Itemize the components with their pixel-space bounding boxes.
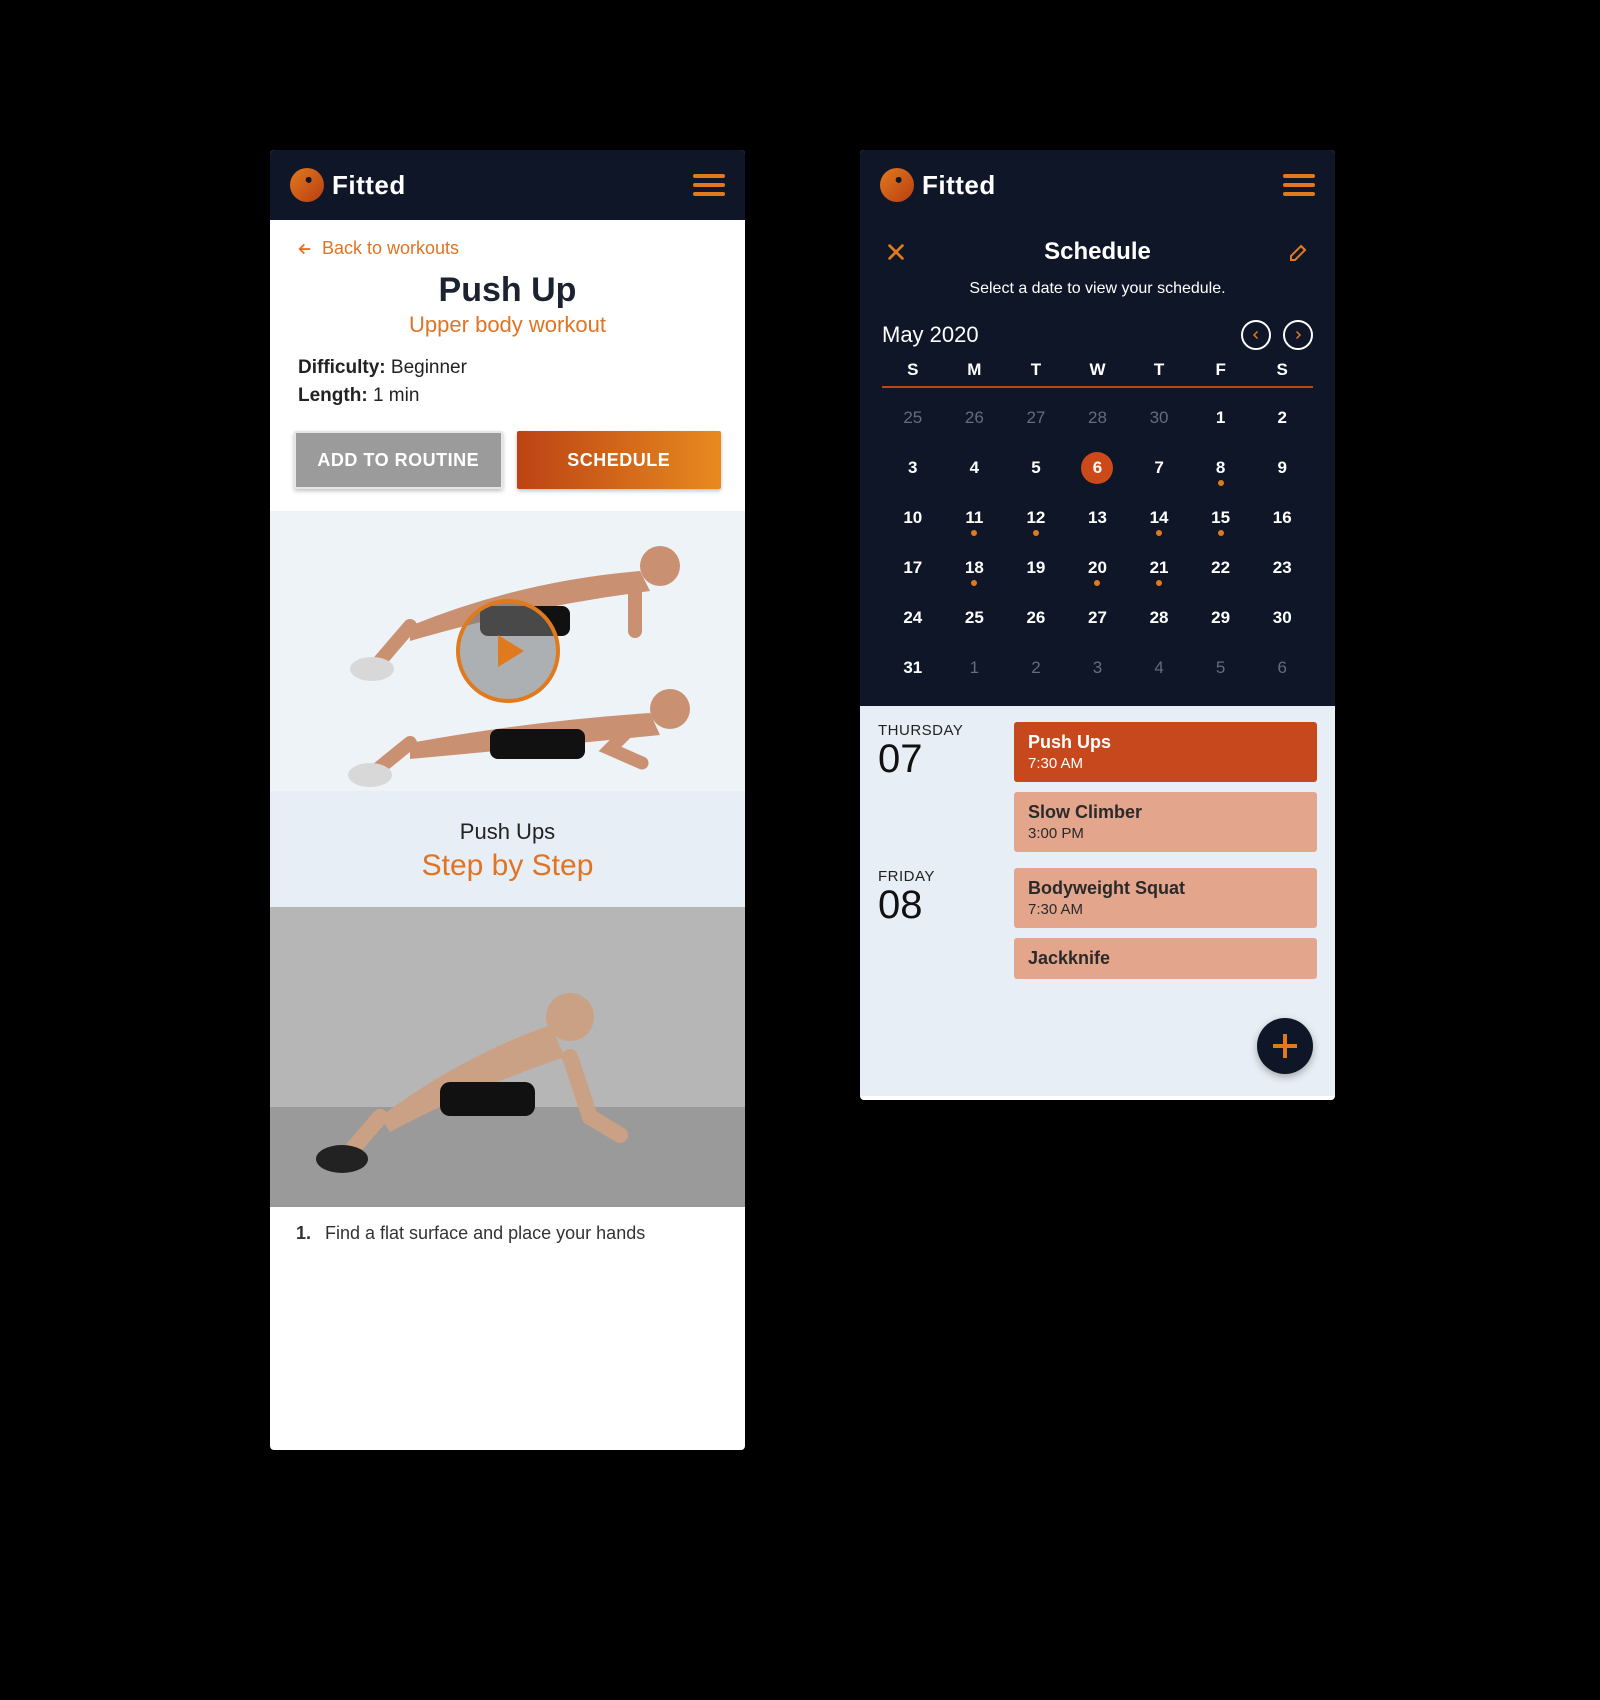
step-1-text: 1. Find a flat surface and place your ha… [270, 1207, 745, 1260]
calendar-day[interactable]: 23 [1251, 548, 1313, 588]
calendar-day[interactable]: 9 [1251, 448, 1313, 488]
calendar-day: 6 [1251, 648, 1313, 688]
calendar-day[interactable]: 15 [1190, 498, 1252, 538]
calendar-day: 3 [1067, 648, 1129, 688]
calendar-day: 4 [1128, 648, 1190, 688]
calendar-day[interactable]: 7 [1128, 448, 1190, 488]
calendar-day[interactable]: 6 [1067, 448, 1129, 488]
calendar-day: 28 [1067, 398, 1129, 438]
edit-icon[interactable] [1285, 238, 1313, 266]
calendar-month-label: May 2020 [882, 322, 979, 348]
dow-cell: T [1005, 360, 1067, 380]
calendar-day[interactable]: 16 [1251, 498, 1313, 538]
calendar-day[interactable]: 22 [1190, 548, 1252, 588]
schedule-screen: Fitted Schedule Select a date to view yo… [860, 150, 1335, 1100]
agenda-day-number: 08 [878, 885, 996, 925]
calendar-day[interactable]: 5 [1005, 448, 1067, 488]
calendar-day: 1 [944, 648, 1006, 688]
play-icon[interactable] [456, 599, 560, 703]
brand[interactable]: Fitted [880, 168, 996, 202]
calendar-day[interactable]: 4 [944, 448, 1006, 488]
navbar: Fitted [860, 150, 1335, 220]
calendar-day[interactable]: 25 [944, 598, 1006, 638]
calendar-day[interactable]: 28 [1128, 598, 1190, 638]
dow-cell: S [882, 360, 944, 380]
menu-icon[interactable] [1283, 174, 1315, 196]
agenda-event[interactable]: Bodyweight Squat7:30 AM [1014, 868, 1317, 928]
calendar-day[interactable]: 14 [1128, 498, 1190, 538]
exercise-subtitle: Upper body workout [270, 312, 745, 338]
close-icon[interactable] [882, 238, 910, 266]
calendar-day: 27 [1005, 398, 1067, 438]
calendar-day: 2 [1005, 648, 1067, 688]
dow-cell: S [1251, 360, 1313, 380]
agenda-event[interactable]: Slow Climber3:00 PM [1014, 792, 1317, 852]
calendar-day[interactable]: 24 [882, 598, 944, 638]
calendar-day[interactable]: 27 [1067, 598, 1129, 638]
brand-name: Fitted [922, 170, 996, 201]
dow-cell: M [944, 360, 1006, 380]
chevron-right-icon [1292, 329, 1304, 341]
calendar-day[interactable]: 20 [1067, 548, 1129, 588]
calendar-day[interactable]: 11 [944, 498, 1006, 538]
brand-logo-icon [880, 168, 914, 202]
dow-cell: W [1067, 360, 1129, 380]
calendar-day: 26 [944, 398, 1006, 438]
schedule-button[interactable]: SCHEDULE [517, 431, 722, 489]
calendar-day[interactable]: 1 [1190, 398, 1252, 438]
calendar-day[interactable]: 12 [1005, 498, 1067, 538]
schedule-title: Schedule [1044, 238, 1151, 266]
next-month-button[interactable] [1283, 320, 1313, 350]
agenda-event[interactable]: Push Ups7:30 AM [1014, 722, 1317, 782]
calendar-day: 5 [1190, 648, 1252, 688]
calendar-day[interactable]: 18 [944, 548, 1006, 588]
agenda-day: FRIDAY08Bodyweight Squat7:30 AMJackknife [878, 868, 1317, 979]
workout-detail-screen: Fitted Back to workouts Push Up Upper bo… [270, 150, 745, 1450]
add-to-routine-button[interactable]: ADD TO ROUTINE [294, 431, 503, 489]
calendar-day[interactable]: 13 [1067, 498, 1129, 538]
brand-logo-icon [290, 168, 324, 202]
back-label: Back to workouts [322, 238, 459, 259]
calendar-day[interactable]: 17 [882, 548, 944, 588]
calendar-day[interactable]: 2 [1251, 398, 1313, 438]
navbar: Fitted [270, 150, 745, 220]
calendar-day[interactable]: 19 [1005, 548, 1067, 588]
calendar-day[interactable]: 3 [882, 448, 944, 488]
agenda-day: THURSDAY07Push Ups7:30 AMSlow Climber3:0… [878, 722, 1317, 852]
prev-month-button[interactable] [1241, 320, 1271, 350]
agenda-event[interactable]: Jackknife [1014, 938, 1317, 979]
step-image [270, 907, 745, 1207]
back-link[interactable]: Back to workouts [270, 220, 745, 267]
agenda-day-number: 07 [878, 739, 996, 779]
menu-icon[interactable] [693, 174, 725, 196]
calendar-day[interactable]: 10 [882, 498, 944, 538]
calendar-day[interactable]: 8 [1190, 448, 1252, 488]
calendar-day[interactable]: 26 [1005, 598, 1067, 638]
arrow-left-icon [296, 240, 314, 258]
exercise-meta: Difficulty: Beginner Length: 1 min [270, 338, 745, 409]
dow-cell: T [1128, 360, 1190, 380]
dow-cell: F [1190, 360, 1252, 380]
calendar-day[interactable]: 30 [1251, 598, 1313, 638]
exercise-title: Push Up [270, 271, 745, 310]
calendar-grid: 2526272830123456789101112131415161718192… [880, 398, 1315, 688]
add-event-button[interactable] [1257, 1018, 1313, 1074]
agenda-list: THURSDAY07Push Ups7:30 AMSlow Climber3:0… [860, 706, 1335, 1096]
brand-name: Fitted [332, 170, 406, 201]
step-by-step-header: Push Ups Step by Step [270, 791, 745, 907]
calendar-day: 30 [1128, 398, 1190, 438]
calendar-day[interactable]: 29 [1190, 598, 1252, 638]
schedule-subtitle: Select a date to view your schedule. [880, 276, 1315, 316]
exercise-video[interactable] [270, 511, 745, 791]
brand[interactable]: Fitted [290, 168, 406, 202]
calendar-day[interactable]: 21 [1128, 548, 1190, 588]
calendar-day: 25 [882, 398, 944, 438]
calendar-day[interactable]: 31 [882, 648, 944, 688]
chevron-left-icon [1250, 329, 1262, 341]
calendar-day-headers: SMTWTFS [880, 360, 1315, 386]
